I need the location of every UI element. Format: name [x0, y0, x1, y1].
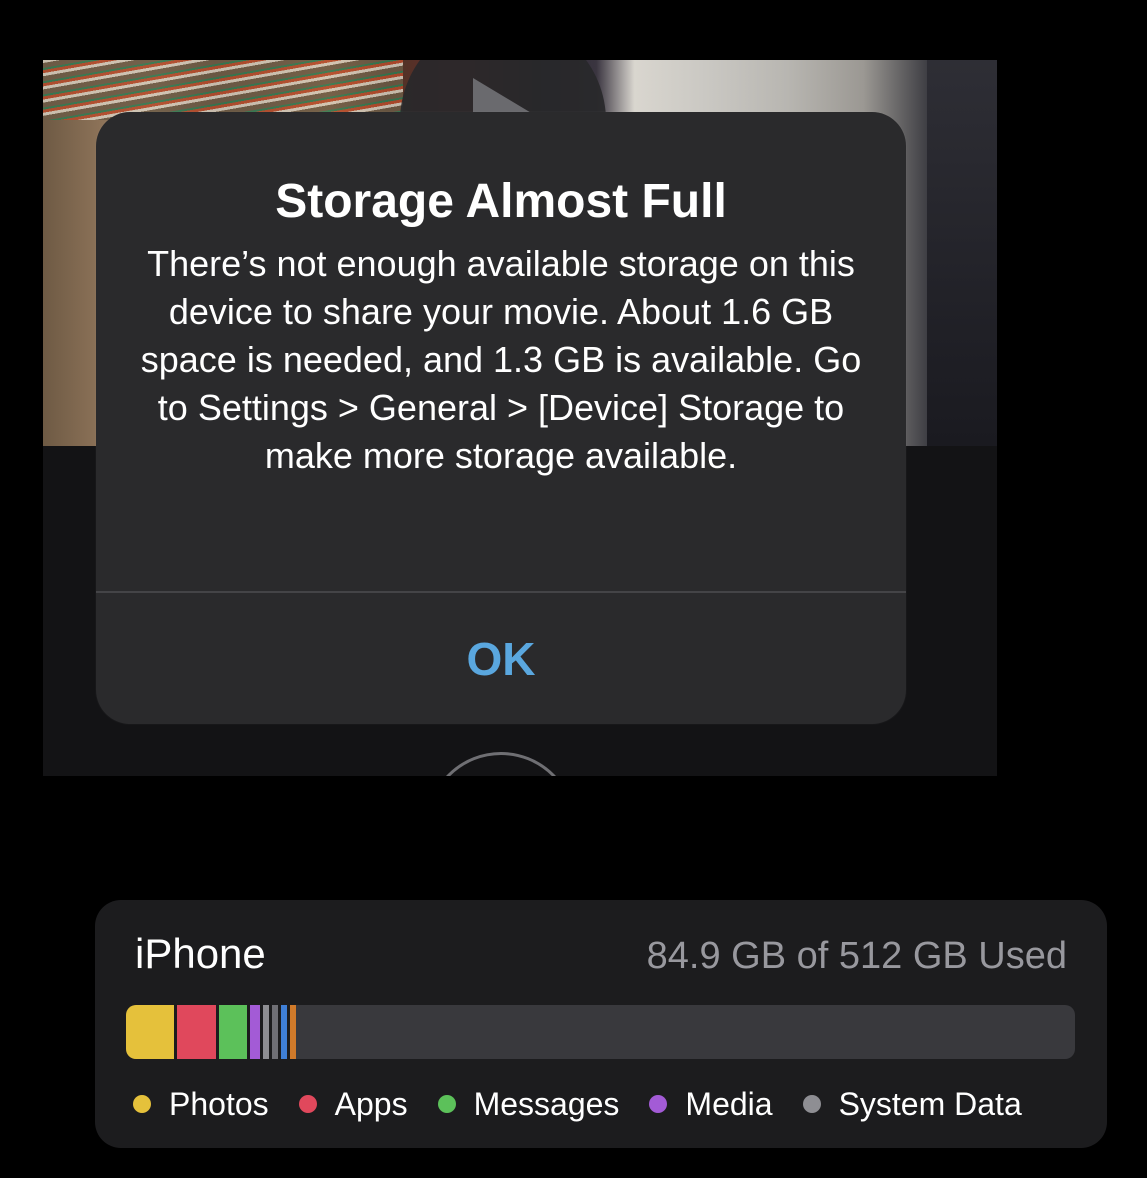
alert-title: Storage Almost Full — [275, 175, 727, 228]
legend-label: Media — [685, 1086, 773, 1122]
legend-dot-icon — [649, 1095, 668, 1113]
thumbnail-edge — [927, 60, 997, 446]
storage-bar-segment — [263, 1005, 272, 1059]
storage-usage-bar — [126, 1005, 1075, 1059]
storage-bar-segment — [272, 1005, 281, 1059]
legend-item: Apps — [298, 1084, 408, 1124]
storage-legend: Photos Apps Messages Media System Data — [133, 1084, 1052, 1124]
legend-label: Apps — [334, 1086, 408, 1122]
thumbnail-detail — [43, 60, 403, 120]
legend-dot-icon — [298, 1095, 317, 1113]
legend-label: Photos — [169, 1086, 269, 1122]
ok-button[interactable]: OK — [96, 593, 906, 724]
legend-item: System Data — [802, 1084, 1022, 1124]
storage-bar-segment — [219, 1005, 250, 1059]
record-button-icon[interactable] — [426, 752, 576, 776]
storage-bar-segment — [126, 1005, 177, 1059]
storage-bar-segment — [250, 1005, 263, 1059]
legend-item: Messages — [437, 1084, 620, 1124]
storage-usage-text: 84.9 GB of 512 GB Used — [646, 935, 1067, 977]
storage-bar-segment — [177, 1005, 219, 1059]
storage-bar-segment — [290, 1005, 296, 1059]
legend-label: System Data — [838, 1086, 1022, 1122]
storage-alert-dialog: Storage Almost Full There’s not enough a… — [96, 112, 906, 724]
storage-summary-card: iPhone 84.9 GB of 512 GB Used Photos Apps… — [95, 900, 1107, 1148]
legend-dot-icon — [437, 1095, 456, 1113]
legend-dot-icon — [802, 1095, 821, 1113]
legend-item: Photos — [133, 1084, 269, 1124]
alert-message: There’s not enough available storage on … — [140, 243, 862, 476]
legend-dot-icon — [133, 1095, 151, 1113]
legend-item: Media — [649, 1084, 773, 1124]
device-name: iPhone — [135, 930, 266, 977]
storage-bar-segment — [281, 1005, 290, 1059]
legend-label: Messages — [473, 1086, 620, 1122]
